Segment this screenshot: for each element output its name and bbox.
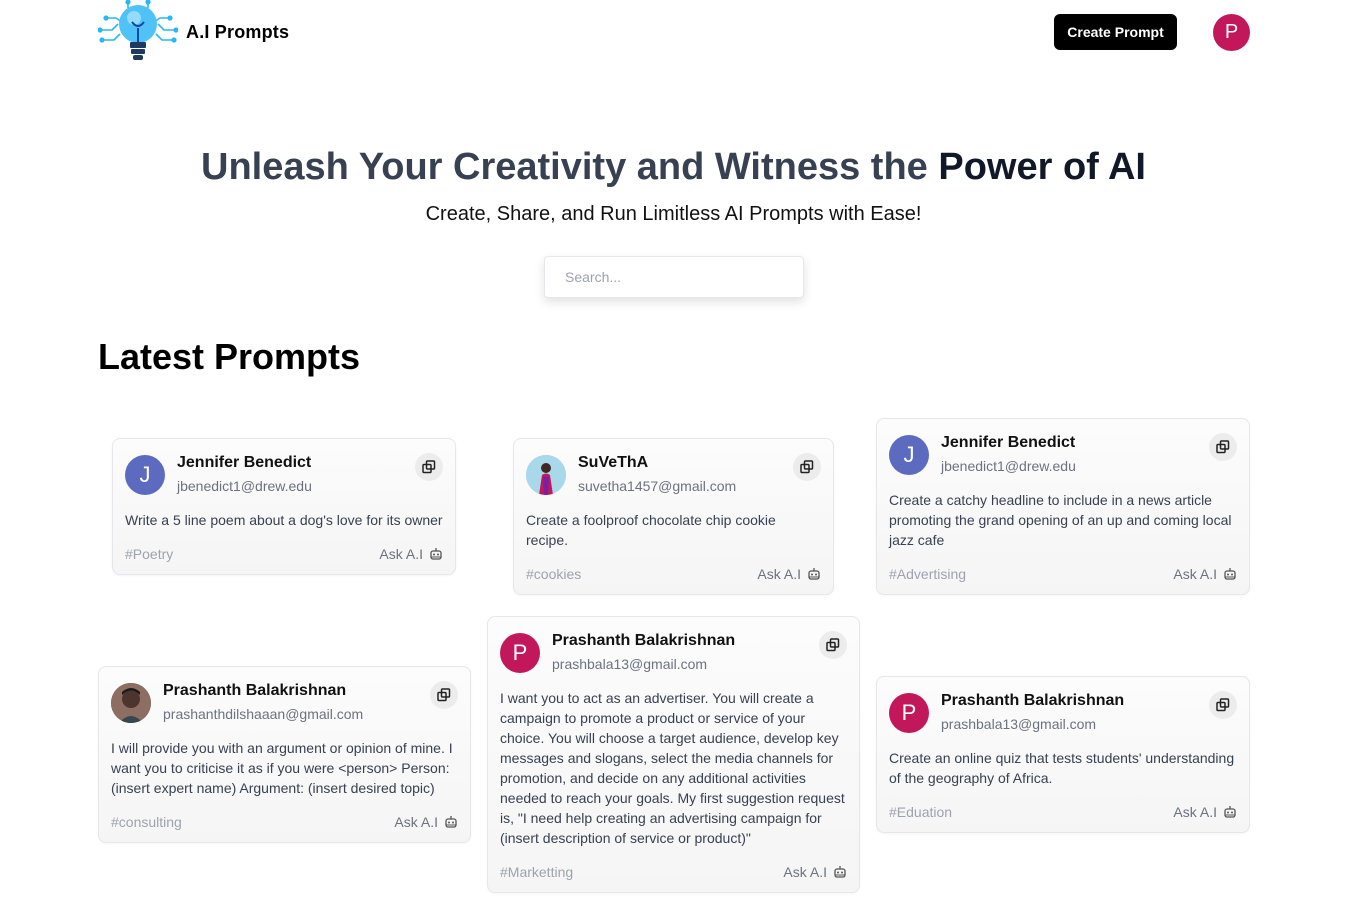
top-nav: A.I Prompts Create Prompt P	[0, 0, 1347, 66]
card-author-name[interactable]: Prashanth Balakrishnan	[941, 691, 1209, 711]
ask-ai-button[interactable]: Ask A.I	[379, 546, 443, 562]
ask-ai-label: Ask A.I	[1173, 804, 1217, 820]
robot-icon	[430, 548, 442, 560]
copy-icon	[422, 460, 436, 474]
ask-ai-label: Ask A.I	[1173, 566, 1217, 582]
hero-title: Unleash Your Creativity and Witness the …	[0, 146, 1347, 189]
avatar[interactable]: P	[889, 693, 929, 733]
card-prompt-text: Write a 5 line poem about a dog's love f…	[125, 512, 443, 528]
copy-button[interactable]	[793, 453, 821, 481]
card-prompt-text: Create an online quiz that tests student…	[889, 750, 1235, 786]
card-author-email: suvetha1457@gmail.com	[578, 478, 737, 494]
card-prompt-text: Create a foolproof chocolate chip cookie…	[526, 512, 776, 548]
copy-button[interactable]	[415, 453, 443, 481]
ask-ai-label: Ask A.I	[783, 864, 827, 880]
ask-ai-button[interactable]: Ask A.I	[1173, 804, 1237, 820]
prompt-card: J Jennifer Benedict jbenedict1@drew.edu …	[112, 438, 456, 575]
prompt-card: J Jennifer Benedict jbenedict1@drew.edu …	[876, 418, 1250, 595]
robot-icon	[834, 866, 846, 878]
card-author-email: jbenedict1@drew.edu	[941, 458, 1076, 474]
card-author-email: prashbala13@gmail.com	[941, 716, 1097, 732]
card-author-email: prashanthdilshaaan@gmail.com	[163, 706, 364, 722]
card-author-name[interactable]: Jennifer Benedict	[941, 433, 1209, 453]
card-author-name[interactable]: Prashanth Balakrishnan	[163, 681, 430, 701]
robot-icon	[1224, 568, 1236, 580]
user-avatar[interactable]: P	[1213, 14, 1250, 51]
avatar-photo-icon	[111, 683, 151, 723]
copy-icon	[800, 460, 814, 474]
ask-ai-label: Ask A.I	[757, 566, 801, 582]
card-prompt-text: I will provide you with an argument or o…	[111, 740, 453, 796]
avatar[interactable]	[111, 683, 151, 723]
card-author-name[interactable]: Jennifer Benedict	[177, 453, 415, 473]
avatar[interactable]: J	[125, 455, 165, 495]
prompt-card: SuVeThA suvetha1457@gmail.com Create a f…	[513, 438, 834, 595]
copy-icon	[1216, 440, 1230, 454]
robot-icon	[1224, 806, 1236, 818]
card-tag[interactable]: #Poetry	[125, 546, 173, 562]
avatar-photo-icon	[526, 455, 566, 495]
robot-icon	[445, 816, 457, 828]
card-prompt-text: I want you to act as an advertiser. You …	[500, 690, 845, 846]
ask-ai-button[interactable]: Ask A.I	[757, 566, 821, 582]
card-tag[interactable]: #Marketting	[500, 864, 573, 880]
card-tag[interactable]: #consulting	[111, 814, 182, 830]
ask-ai-label: Ask A.I	[394, 814, 438, 830]
card-tag[interactable]: #Advertising	[889, 566, 966, 582]
card-tag[interactable]: #Eduation	[889, 804, 952, 820]
card-tag[interactable]: #cookies	[526, 566, 581, 582]
avatar[interactable]: J	[889, 435, 929, 475]
copy-button[interactable]	[430, 681, 458, 709]
hero-subtitle: Create, Share, and Run Limitless AI Prom…	[425, 203, 922, 225]
hero-title-part2: Power of AI	[938, 146, 1146, 188]
avatar[interactable]	[526, 455, 566, 495]
brand-link[interactable]: A.I Prompts	[98, 0, 289, 64]
prompt-card: P Prashanth Balakrishnan prashbala13@gma…	[876, 676, 1250, 833]
copy-icon	[437, 688, 451, 702]
ask-ai-button[interactable]: Ask A.I	[1173, 566, 1237, 582]
copy-button[interactable]	[1209, 691, 1237, 719]
prompt-card: P Prashanth Balakrishnan prashbala13@gma…	[487, 616, 860, 893]
lightbulb-logo-icon	[98, 0, 178, 60]
robot-icon	[808, 568, 820, 580]
search-input[interactable]	[544, 256, 804, 298]
copy-icon	[826, 638, 840, 652]
card-author-email: jbenedict1@drew.edu	[177, 478, 312, 494]
card-author-name[interactable]: Prashanth Balakrishnan	[552, 631, 819, 651]
create-prompt-button[interactable]: Create Prompt	[1054, 14, 1177, 50]
ask-ai-button[interactable]: Ask A.I	[394, 814, 458, 830]
ask-ai-label: Ask A.I	[379, 546, 423, 562]
brand-name: A.I Prompts	[186, 21, 290, 42]
card-author-email: prashbala13@gmail.com	[552, 656, 708, 672]
copy-button[interactable]	[819, 631, 847, 659]
copy-icon	[1216, 698, 1230, 712]
prompt-card: Prashanth Balakrishnan prashanthdilshaaa…	[98, 666, 471, 843]
avatar[interactable]: P	[500, 633, 540, 673]
ask-ai-button[interactable]: Ask A.I	[783, 864, 847, 880]
card-author-name[interactable]: SuVeThA	[578, 453, 793, 473]
section-title: Latest Prompts	[98, 336, 361, 377]
hero-title-part1: Unleash Your Creativity and Witness the	[201, 146, 928, 188]
card-prompt-text: Create a catchy headline to include in a…	[889, 492, 1232, 548]
copy-button[interactable]	[1209, 433, 1237, 461]
